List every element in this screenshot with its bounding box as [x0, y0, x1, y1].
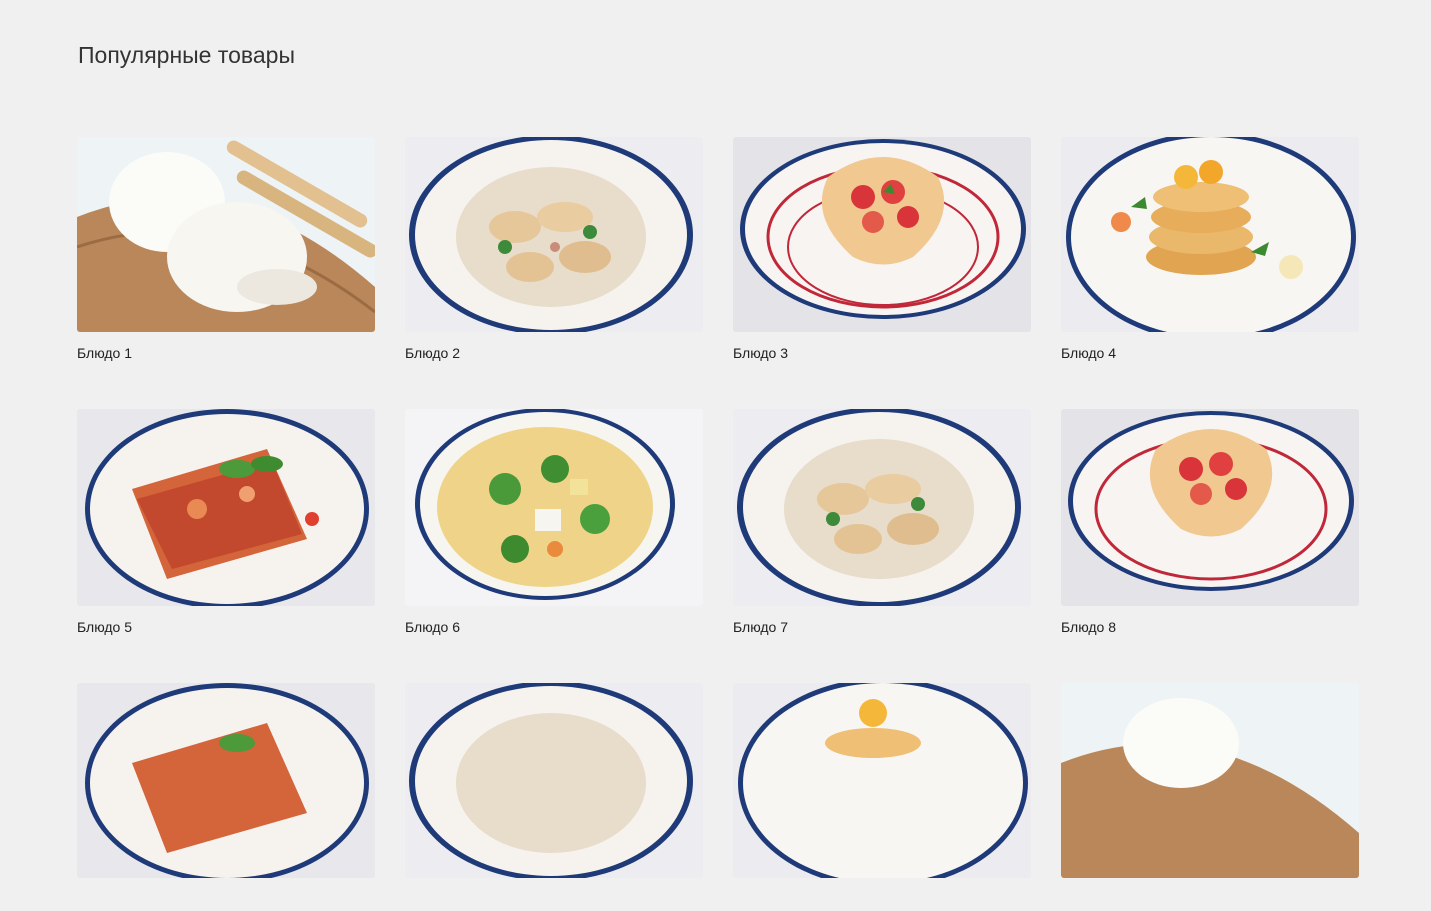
product-name[interactable]: Блюдо 7: [733, 619, 1031, 639]
product-card[interactable]: [77, 683, 375, 911]
product-card[interactable]: Блюдо 4: [1061, 137, 1359, 409]
pancake-stack-image[interactable]: [733, 683, 1031, 878]
product-grid: Блюдо 1 Блюдо 2 Блюдо 3 Блюдо 4 Блюдо 5 …: [77, 137, 1359, 911]
product-name[interactable]: [77, 891, 375, 911]
product-card[interactable]: Блюдо 7: [733, 409, 1031, 683]
product-card[interactable]: Блюдо 2: [405, 137, 703, 409]
product-card[interactable]: Блюдо 8: [1061, 409, 1359, 683]
burrata-board-image[interactable]: [77, 137, 375, 332]
product-card[interactable]: [405, 683, 703, 911]
vegetable-soup-image[interactable]: [405, 409, 703, 606]
pancake-stack-image[interactable]: [1061, 137, 1359, 332]
strawberry-basket-image[interactable]: [733, 137, 1031, 332]
product-card[interactable]: Блюдо 5: [77, 409, 375, 683]
product-name[interactable]: Блюдо 6: [405, 619, 703, 639]
strawberry-basket-image[interactable]: [1061, 409, 1359, 606]
product-name[interactable]: [405, 891, 703, 911]
product-name[interactable]: [1061, 891, 1359, 911]
product-card[interactable]: Блюдо 3: [733, 137, 1031, 409]
page-title: Популярные товары: [78, 42, 295, 68]
product-card[interactable]: Блюдо 6: [405, 409, 703, 683]
product-card[interactable]: [733, 683, 1031, 911]
lasagna-plate-image[interactable]: [77, 683, 375, 878]
product-name[interactable]: Блюдо 3: [733, 345, 1031, 365]
product-name[interactable]: Блюдо 8: [1061, 619, 1359, 639]
product-name[interactable]: [733, 891, 1031, 911]
pelmeni-plate-image[interactable]: [733, 409, 1031, 606]
burrata-board-image[interactable]: [1061, 683, 1359, 878]
pelmeni-plate-image[interactable]: [405, 137, 703, 332]
product-card[interactable]: [1061, 683, 1359, 911]
lasagna-plate-image[interactable]: [77, 409, 375, 606]
pelmeni-plate-image[interactable]: [405, 683, 703, 878]
product-name[interactable]: Блюдо 4: [1061, 345, 1359, 365]
product-name[interactable]: Блюдо 5: [77, 619, 375, 639]
product-card[interactable]: Блюдо 1: [77, 137, 375, 409]
product-name[interactable]: Блюдо 2: [405, 345, 703, 365]
product-name[interactable]: Блюдо 1: [77, 345, 375, 365]
